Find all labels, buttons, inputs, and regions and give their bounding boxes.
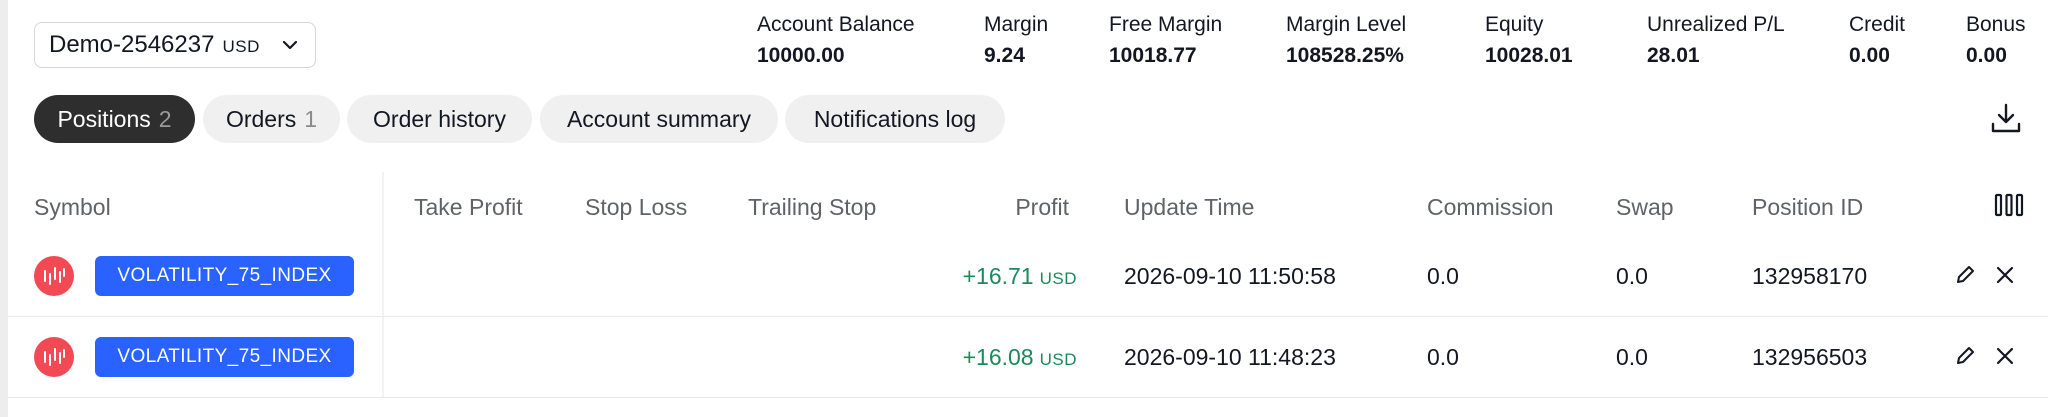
metric-value: 10018.77 xyxy=(1109,44,1197,67)
metric-label: Margin xyxy=(984,13,1049,36)
metric-margin: Margin 9.24 xyxy=(984,12,1048,70)
position-id-cell: 132958170 xyxy=(1752,263,1868,289)
metric-margin-level: Margin Level 108528.25% xyxy=(1286,12,1406,70)
metric-label: Account Balance xyxy=(757,13,915,36)
header-update-time[interactable]: Update Time xyxy=(1124,194,1254,221)
download-icon[interactable] xyxy=(1988,100,2024,136)
metric-credit: Credit 0.00 xyxy=(1849,12,1905,70)
header-trailing-stop[interactable]: Trailing Stop xyxy=(748,194,876,221)
metric-label: Margin Level xyxy=(1286,13,1407,36)
metric-value: 108528.25% xyxy=(1286,44,1404,67)
header-stop-loss[interactable]: Stop Loss xyxy=(585,194,687,221)
close-icon[interactable] xyxy=(1992,343,2018,369)
pencil-icon[interactable] xyxy=(1952,262,1978,288)
tab-notifications-log[interactable]: Notifications log xyxy=(785,95,1005,143)
header-position-id[interactable]: Position ID xyxy=(1752,194,1863,221)
header-profit[interactable]: Profit xyxy=(940,194,1069,221)
profit-cell: +16.71 USD xyxy=(848,258,1077,297)
metric-label: Free Margin xyxy=(1109,13,1223,36)
profit-currency: USD xyxy=(1039,269,1077,288)
commission-cell: 0.0 xyxy=(1427,263,1459,289)
profit-value: +16.71 xyxy=(962,263,1034,289)
metric-equity: Equity 10028.01 xyxy=(1485,12,1573,70)
account-selector[interactable]: Demo-2546237 USD xyxy=(34,22,316,68)
account-currency: USD xyxy=(222,37,260,56)
volatility-index-icon xyxy=(34,256,74,296)
metric-label: Unrealized P/L xyxy=(1647,13,1785,36)
metric-bonus: Bonus 0.00 xyxy=(1966,12,2026,70)
metric-value: 0.00 xyxy=(1966,44,2007,67)
tab-order-history[interactable]: Order history xyxy=(347,95,532,143)
tab-count: 2 xyxy=(158,105,172,132)
pencil-icon[interactable] xyxy=(1952,343,1978,369)
close-icon[interactable] xyxy=(1992,262,2018,288)
metric-label: Equity xyxy=(1485,13,1544,36)
swap-cell: 0.0 xyxy=(1616,344,1648,370)
tab-label: Notifications log xyxy=(813,105,977,132)
metric-label: Credit xyxy=(1849,13,1906,36)
metric-label: Bonus xyxy=(1966,13,2026,36)
tab-label: Account summary xyxy=(566,105,752,132)
update-time-cell: 2026-09-10 11:50:58 xyxy=(1124,263,1336,289)
position-id-cell: 132956503 xyxy=(1752,344,1868,370)
tab-orders[interactable]: Orders 1 xyxy=(203,95,340,143)
tab-label: Orders xyxy=(225,105,297,132)
header-take-profit[interactable]: Take Profit xyxy=(414,194,523,221)
tab-positions[interactable]: Positions 2 xyxy=(34,95,195,143)
metric-value: 28.01 xyxy=(1647,44,1700,67)
symbol-badge[interactable]: VOLATILITY_75_INDEX xyxy=(95,337,354,377)
commission-cell: 0.0 xyxy=(1427,344,1459,370)
metric-free-margin: Free Margin 10018.77 xyxy=(1109,12,1222,70)
metric-account-balance: Account Balance 10000.00 xyxy=(757,12,915,70)
metric-unrealized-pl: Unrealized P/L 28.01 xyxy=(1647,12,1785,70)
metric-value: 0.00 xyxy=(1849,44,1890,67)
metric-value: 9.24 xyxy=(984,44,1025,67)
columns-icon[interactable] xyxy=(1994,192,2024,218)
swap-cell: 0.0 xyxy=(1616,263,1648,289)
metric-value: 10028.01 xyxy=(1485,44,1573,67)
header-commission[interactable]: Commission xyxy=(1427,194,1554,221)
profit-currency: USD xyxy=(1039,350,1077,369)
header-swap[interactable]: Swap xyxy=(1616,194,1674,221)
table-row[interactable]: VOLATILITY_75_INDEX +16.08 USD 2026-09-10… xyxy=(8,317,2048,398)
profit-value: +16.08 xyxy=(962,344,1034,370)
tab-label: Positions xyxy=(57,105,151,132)
table-row[interactable]: VOLATILITY_75_INDEX +16.71 USD 2026-09-10… xyxy=(8,236,2048,317)
chevron-down-icon xyxy=(282,40,298,50)
account-id: Demo-2546237 xyxy=(49,31,215,58)
tab-label: Order history xyxy=(373,105,506,132)
profit-cell: +16.08 USD xyxy=(848,339,1077,378)
tab-account-summary[interactable]: Account summary xyxy=(540,95,778,143)
update-time-cell: 2026-09-10 11:48:23 xyxy=(1124,344,1336,370)
symbol-badge[interactable]: VOLATILITY_75_INDEX xyxy=(95,256,354,296)
volatility-index-icon xyxy=(34,337,74,377)
tab-count: 1 xyxy=(304,105,318,132)
left-edge-bar xyxy=(0,0,8,417)
header-symbol[interactable]: Symbol xyxy=(34,194,111,221)
metric-value: 10000.00 xyxy=(757,44,845,67)
